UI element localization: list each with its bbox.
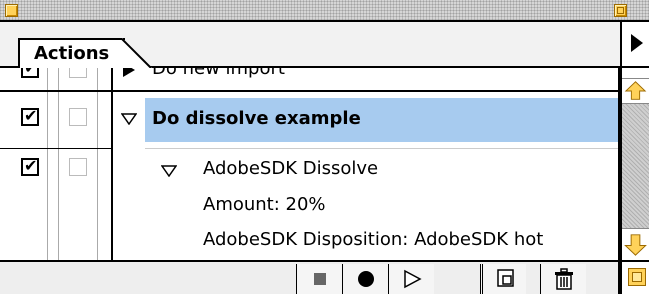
- actions-list: Do new import Do dissolve example AdobeS…: [0, 68, 620, 260]
- expand-triangle-icon[interactable]: [123, 68, 135, 77]
- scroll-up-arrow-icon[interactable]: [622, 78, 649, 104]
- new-action-button[interactable]: [480, 264, 526, 294]
- delete-button[interactable]: [540, 264, 586, 294]
- action-label: Do dissolve example: [152, 108, 361, 129]
- param-disposition: AdobeSDK Disposition: AdobeSDK hot: [203, 229, 544, 250]
- step-label: AdobeSDK Dissolve: [203, 158, 379, 179]
- toggle-cell[interactable]: [10, 68, 48, 90]
- toggle-cell[interactable]: [10, 149, 48, 260]
- action-row-do-dissolve-example[interactable]: Do dissolve example: [0, 92, 618, 148]
- step-row-adobesdk-dissolve[interactable]: AdobeSDK Dissolve Amount: 20% AdobeSDK D…: [0, 149, 618, 260]
- record-icon: [358, 271, 374, 287]
- check-icon[interactable]: [21, 156, 39, 176]
- collapse-triangle-icon[interactable]: [161, 165, 177, 177]
- dialog-toggle-cell[interactable]: [58, 68, 98, 90]
- collapse-box-icon[interactable]: [614, 4, 627, 17]
- column-separator: [111, 68, 113, 260]
- resize-grip-icon[interactable]: [628, 268, 646, 286]
- toggle-cell[interactable]: [10, 92, 48, 148]
- tab-actions-label: Actions: [34, 43, 110, 64]
- action-label: Do new import: [152, 68, 285, 79]
- play-icon: [404, 269, 422, 289]
- collapse-triangle-icon[interactable]: [121, 113, 137, 125]
- tab-edge: [118, 38, 152, 68]
- palette-tab-row: Actions: [0, 22, 620, 68]
- title-bar[interactable]: [0, 0, 649, 22]
- check-icon[interactable]: [21, 106, 39, 126]
- record-button[interactable]: [342, 264, 388, 294]
- stop-icon: [314, 273, 326, 285]
- new-action-icon: [497, 269, 514, 287]
- vertical-scrollbar[interactable]: [620, 68, 649, 260]
- action-row-do-new-import[interactable]: Do new import: [0, 68, 618, 90]
- check-icon[interactable]: [21, 68, 39, 78]
- param-amount: Amount: 20%: [203, 194, 326, 215]
- actions-toolbar: [0, 260, 620, 294]
- stop-button[interactable]: [296, 264, 342, 294]
- play-button[interactable]: [388, 264, 434, 294]
- dialog-toggle-cell[interactable]: [58, 92, 98, 148]
- scroll-down-arrow-icon[interactable]: [622, 228, 649, 260]
- close-box-icon[interactable]: [5, 4, 18, 17]
- resize-box[interactable]: [620, 260, 649, 294]
- tab-actions[interactable]: Actions: [18, 38, 126, 68]
- palette-menu-arrow-icon[interactable]: [620, 22, 649, 68]
- dialog-toggle-icon[interactable]: [69, 158, 87, 176]
- dialog-toggle-icon[interactable]: [69, 108, 87, 126]
- trash-icon: [555, 268, 573, 290]
- dialog-toggle-cell[interactable]: [58, 149, 98, 260]
- scroll-track[interactable]: [622, 104, 649, 258]
- dialog-toggle-icon[interactable]: [69, 68, 87, 78]
